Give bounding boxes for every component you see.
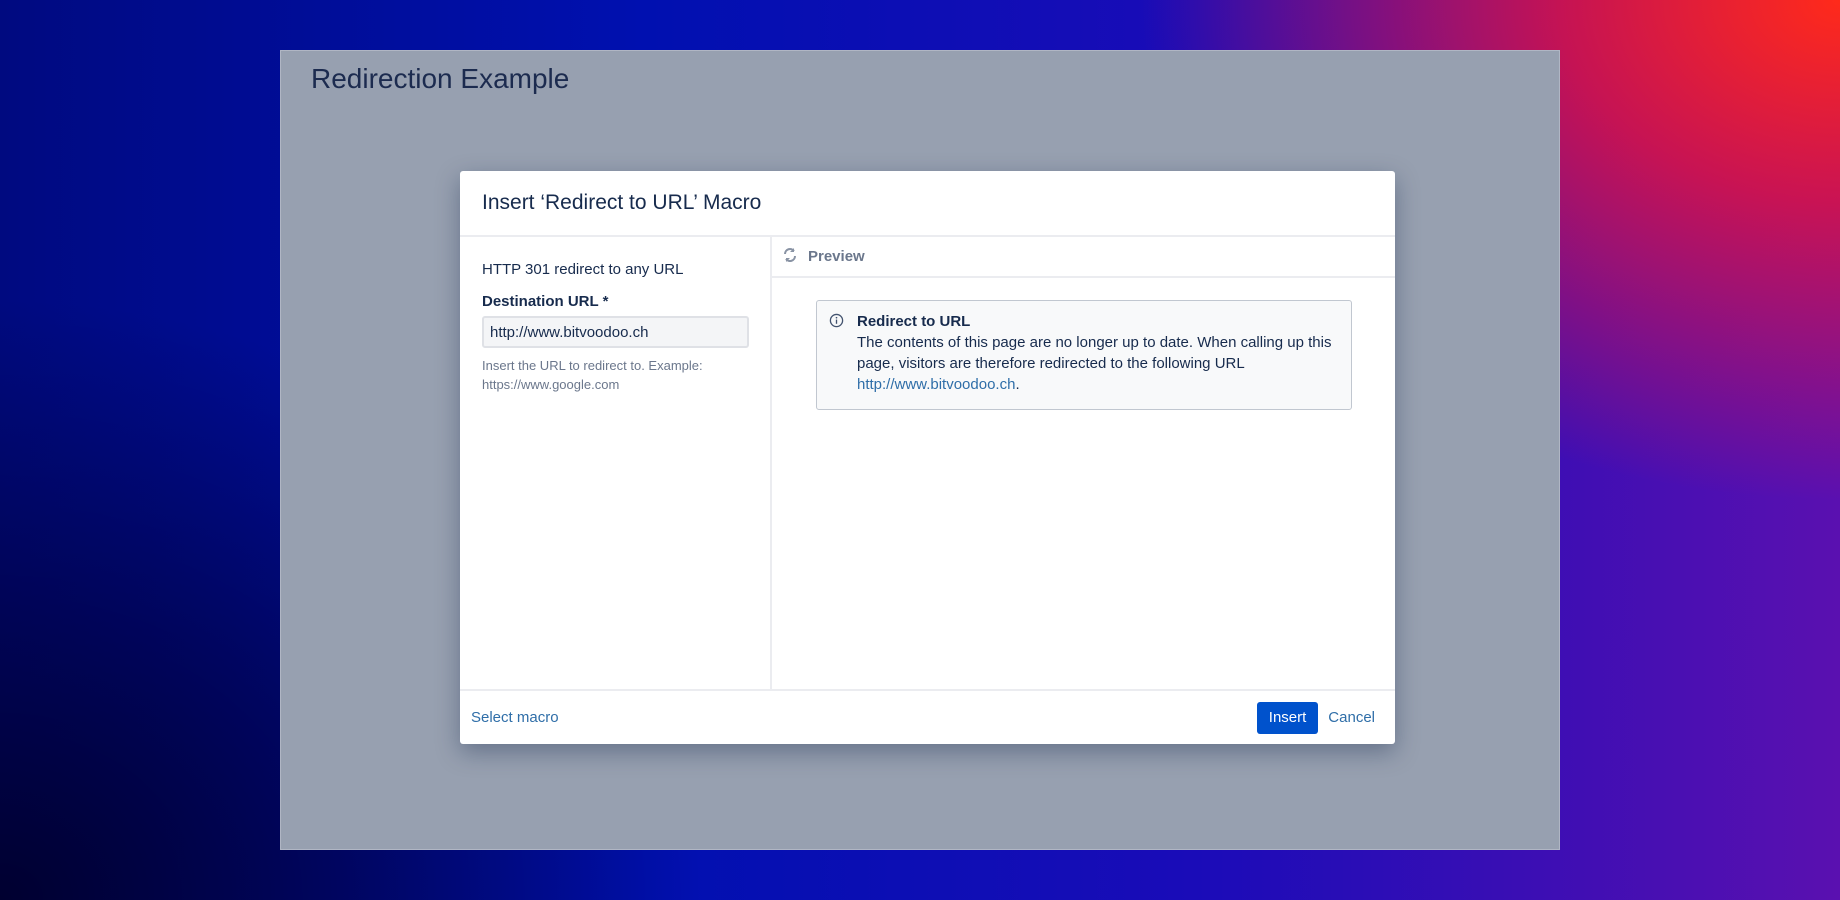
page-title: Redirection Example: [311, 63, 570, 94]
preview-label: Preview: [808, 248, 865, 265]
info-panel: Redirect to URL The contents of this pag…: [816, 300, 1352, 410]
destination-url-input[interactable]: [482, 316, 749, 348]
macro-description: HTTP 301 redirect to any URL: [482, 261, 684, 278]
refresh-icon[interactable]: [782, 247, 798, 267]
destination-url-help: Insert the URL to redirect to. Example: …: [482, 356, 748, 394]
destination-url-label: Destination URL *: [482, 293, 609, 310]
select-macro-link[interactable]: Select macro: [471, 709, 559, 726]
macro-parameters-panel: HTTP 301 redirect to any URL Destination…: [460, 237, 772, 689]
info-suffix: .: [1015, 376, 1020, 393]
preview-panel: Preview Redirect to URL The contents of …: [772, 237, 1395, 689]
help-line: https://www.google.com: [482, 377, 620, 392]
insert-button[interactable]: Insert: [1256, 701, 1319, 734]
help-line: Insert the URL to redirect to. Example:: [482, 358, 703, 373]
cancel-link[interactable]: Cancel: [1328, 709, 1375, 726]
info-icon: [829, 313, 844, 334]
redirect-link[interactable]: http://www.bitvoodoo.ch: [857, 376, 1015, 393]
macro-dialog: Insert ‘Redirect to URL’ Macro HTTP 301 …: [460, 171, 1395, 744]
info-text: The contents of this page are no longer …: [857, 334, 1332, 372]
dialog-title: Insert ‘Redirect to URL’ Macro: [460, 171, 1395, 237]
info-title: Redirect to URL: [857, 313, 971, 330]
